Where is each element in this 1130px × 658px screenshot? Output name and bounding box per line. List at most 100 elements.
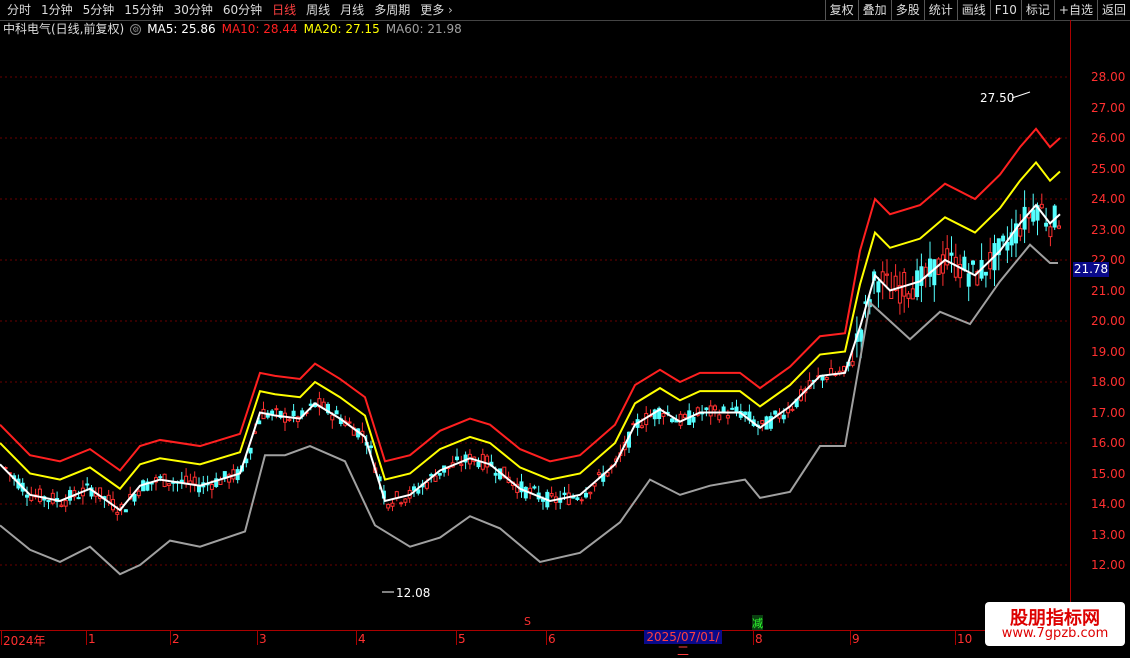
candle-body bbox=[50, 492, 55, 504]
month-label: 2 bbox=[172, 632, 180, 646]
candle-body bbox=[399, 502, 404, 505]
candle-body bbox=[433, 475, 438, 482]
candle-body bbox=[46, 500, 51, 503]
price-tick: 13.00 bbox=[1091, 527, 1126, 542]
candle-body bbox=[850, 361, 855, 366]
period-tab-9[interactable]: 多周期 bbox=[369, 0, 415, 20]
tool-button-8[interactable]: 返回 bbox=[1096, 0, 1130, 20]
tool-button-4[interactable]: 画线 bbox=[956, 0, 990, 20]
month-separator bbox=[546, 631, 547, 645]
current-price-box: 21.78 bbox=[1073, 262, 1109, 277]
candle-body bbox=[588, 491, 593, 495]
period-tab-5[interactable]: 60分钟 bbox=[218, 0, 267, 20]
tool-button-7[interactable]: +自选 bbox=[1053, 0, 1097, 20]
candle-body bbox=[906, 293, 911, 299]
candle-body bbox=[717, 414, 722, 421]
candle-body bbox=[579, 499, 584, 502]
candle-body bbox=[390, 502, 395, 507]
candlestick-chart[interactable]: 27.50 12.08 bbox=[0, 20, 1070, 630]
candle-body bbox=[485, 455, 490, 468]
candle-body bbox=[721, 406, 726, 412]
candle-body bbox=[334, 410, 339, 415]
candle-body bbox=[983, 271, 988, 276]
price-tick: 24.00 bbox=[1091, 192, 1126, 206]
tool-button-2[interactable]: 多股 bbox=[890, 0, 924, 20]
candle-body bbox=[25, 494, 29, 498]
candle-body bbox=[725, 415, 730, 419]
candle-body bbox=[291, 410, 296, 417]
candle-body bbox=[1031, 209, 1036, 222]
tool-button-6[interactable]: 标记 bbox=[1020, 0, 1054, 20]
period-tab-3[interactable]: 15分钟 bbox=[119, 0, 168, 20]
candle-body bbox=[437, 472, 442, 476]
candle-body bbox=[562, 492, 567, 496]
period-tab-10[interactable]: 更多 bbox=[415, 0, 458, 20]
price-tick: 28.00 bbox=[1091, 70, 1126, 84]
candle-body bbox=[949, 252, 954, 256]
price-tick: 12.00 bbox=[1091, 558, 1126, 572]
watermark-url: www.7gpzb.com bbox=[1001, 626, 1109, 641]
candle-body bbox=[76, 497, 81, 500]
price-tick: 16.00 bbox=[1091, 436, 1126, 450]
tool-button-5[interactable]: F10 bbox=[989, 0, 1021, 20]
period-tab-1[interactable]: 1分钟 bbox=[36, 0, 78, 20]
candle-body bbox=[670, 418, 674, 423]
candle-body bbox=[257, 420, 262, 425]
candle-body bbox=[347, 421, 352, 424]
candle-body bbox=[1048, 226, 1053, 238]
tool-button-1[interactable]: 叠加 bbox=[857, 0, 891, 20]
month-label: 4 bbox=[358, 632, 366, 646]
tool-button-0[interactable]: 复权 bbox=[824, 0, 858, 20]
period-tab-8[interactable]: 月线 bbox=[335, 0, 369, 20]
candle-body bbox=[523, 486, 528, 499]
candle-body bbox=[459, 463, 464, 466]
candle-body bbox=[859, 329, 864, 342]
month-separator bbox=[850, 631, 851, 645]
candle-body bbox=[730, 407, 735, 410]
candle-body bbox=[661, 412, 666, 417]
price-tick: 26.00 bbox=[1091, 131, 1126, 145]
candle-body bbox=[59, 504, 64, 507]
price-tick: 25.00 bbox=[1091, 161, 1126, 176]
candle-body bbox=[1018, 228, 1023, 237]
month-separator bbox=[955, 631, 956, 645]
price-tick: 19.00 bbox=[1091, 344, 1126, 359]
candle-body bbox=[248, 447, 253, 454]
month-separator bbox=[86, 631, 87, 645]
period-tab-6[interactable]: 日线 bbox=[267, 0, 301, 20]
candle-body bbox=[713, 405, 717, 411]
candle-body bbox=[966, 273, 971, 287]
period-tabs: 分时 1分钟 5分钟 15分钟 30分钟 60分钟 日线 周线 月线 多周期 更多 bbox=[2, 0, 458, 20]
price-tick: 18.00 bbox=[1091, 375, 1126, 389]
candle-body bbox=[416, 489, 421, 494]
candle-body bbox=[1052, 205, 1057, 228]
candle-body bbox=[691, 416, 696, 423]
candle-body bbox=[932, 259, 937, 286]
candle-body bbox=[910, 288, 915, 300]
tool-button-3[interactable]: 统计 bbox=[923, 0, 957, 20]
month-separator bbox=[1, 631, 2, 645]
candle-body bbox=[760, 420, 765, 425]
watermark-logo: 股朋指标网 www.7gpzb.com bbox=[985, 602, 1125, 646]
candle-body bbox=[132, 493, 137, 502]
month-label: 3 bbox=[259, 632, 267, 646]
candle-body bbox=[596, 472, 601, 475]
month-label: 1 bbox=[88, 632, 96, 646]
candle-body bbox=[708, 405, 713, 417]
candle-body bbox=[639, 425, 644, 429]
month-separator bbox=[356, 631, 357, 645]
candle-body bbox=[773, 410, 778, 415]
price-tick: 21.00 bbox=[1091, 283, 1126, 298]
period-tab-7[interactable]: 周线 bbox=[301, 0, 335, 20]
month-label: 8 bbox=[755, 632, 763, 646]
price-tick: 15.00 bbox=[1091, 466, 1126, 481]
current-date-box: 2025/07/01/二 bbox=[644, 630, 722, 658]
period-tab-2[interactable]: 5分钟 bbox=[78, 0, 120, 20]
period-tab-4[interactable]: 30分钟 bbox=[169, 0, 218, 20]
candle-body bbox=[85, 483, 90, 486]
month-separator bbox=[753, 631, 754, 645]
month-label: 9 bbox=[852, 632, 860, 646]
period-tab-0[interactable]: 分时 bbox=[2, 0, 36, 20]
candle-body bbox=[743, 411, 748, 416]
candle-body bbox=[532, 486, 537, 489]
